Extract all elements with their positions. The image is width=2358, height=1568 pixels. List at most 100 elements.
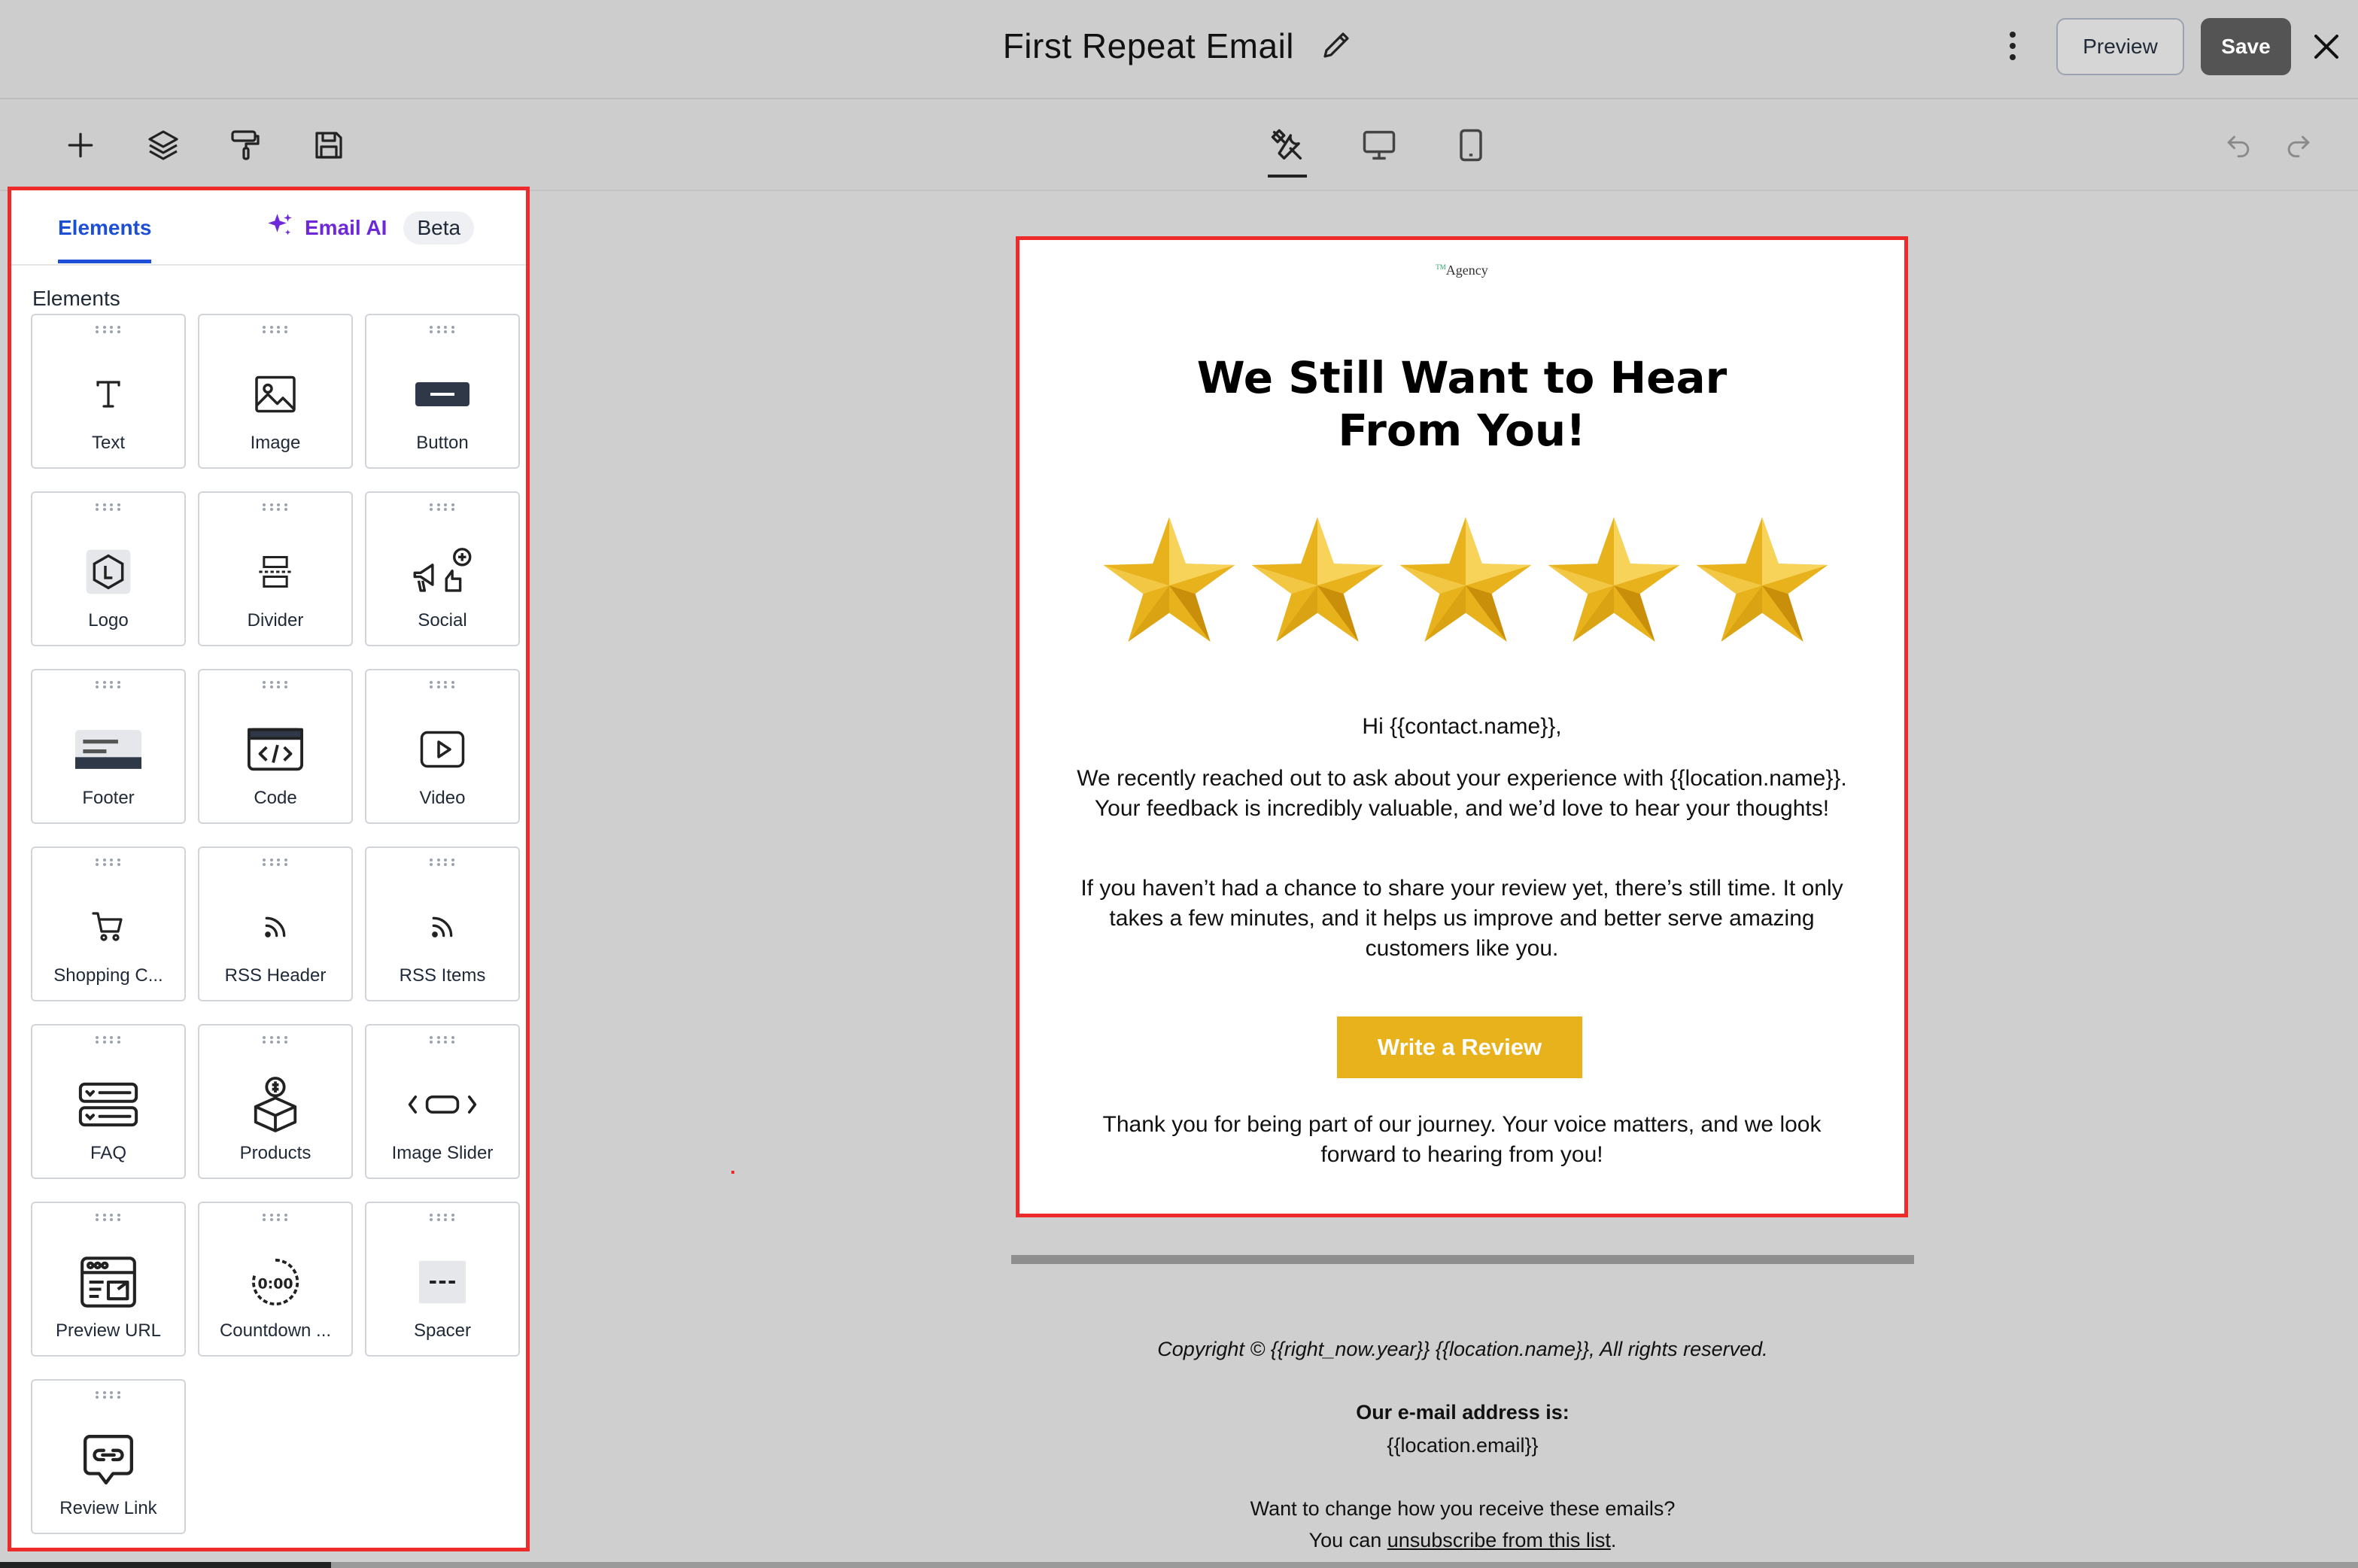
drag-handle-icon: [430, 681, 457, 688]
star-icon: [1103, 517, 1235, 642]
beta-badge: Beta: [403, 211, 475, 245]
pencil-icon[interactable]: [1319, 26, 1355, 71]
rss-icon: [199, 901, 351, 953]
footer-change-text[interactable]: Want to change how you receive these ema…: [1011, 1497, 1914, 1521]
email-divider[interactable]: [1011, 1255, 1914, 1264]
star-icon: [1399, 517, 1532, 642]
element-tile-shopping-cart[interactable]: Shopping C...: [31, 846, 186, 1001]
code-icon: [199, 723, 351, 776]
logo-icon: [32, 545, 184, 598]
element-tile-rss-items[interactable]: RSS Items: [365, 846, 520, 1001]
mobile-view-icon[interactable]: [1446, 120, 1496, 170]
layers-icon[interactable]: [138, 120, 188, 170]
drag-handle-icon: [96, 1391, 123, 1399]
tab-email-ai[interactable]: Email AI Beta: [264, 210, 475, 245]
slider-icon: [366, 1078, 518, 1131]
footer-icon: [32, 723, 184, 776]
star-icon: [1251, 517, 1384, 642]
social-icon: [366, 545, 518, 598]
video-icon: [366, 723, 518, 776]
star-icon: [1548, 517, 1680, 642]
drag-handle-icon: [96, 326, 123, 333]
star-icon: [1696, 517, 1828, 642]
element-tile-image-slider[interactable]: Image Slider: [365, 1024, 520, 1179]
editor-toolbar: [0, 101, 2358, 191]
drag-handle-icon: [430, 326, 457, 333]
element-tile-code[interactable]: Code: [198, 669, 353, 824]
rss-icon: [366, 901, 518, 953]
panel-tabs: Elements Email AI Beta: [11, 190, 526, 266]
drag-handle-icon: [96, 1036, 123, 1044]
active-tool-indicator: [1268, 175, 1307, 178]
divider-icon: [199, 545, 351, 598]
save-template-icon[interactable]: [304, 120, 354, 170]
drag-handle-icon: [96, 1214, 123, 1221]
preview-url-icon: [32, 1256, 184, 1308]
element-tile-countdown[interactable]: 0:00 Countdown ...: [198, 1202, 353, 1357]
save-button[interactable]: Save: [2201, 18, 2291, 75]
drag-handle-icon: [96, 681, 123, 688]
drag-handle-icon: [430, 1036, 457, 1044]
footer-address-value[interactable]: {{location.email}}: [1011, 1434, 1914, 1457]
drag-handle-icon: [263, 326, 290, 333]
preview-button[interactable]: Preview: [2056, 18, 2184, 75]
drag-handle-icon: [430, 1214, 457, 1221]
add-icon[interactable]: [56, 120, 105, 170]
element-tile-text[interactable]: Text: [31, 314, 186, 469]
countdown-icon: 0:00: [199, 1256, 351, 1308]
element-tile-image[interactable]: Image: [198, 314, 353, 469]
image-icon: [199, 368, 351, 421]
elements-panel: Elements Email AI Beta Elements Text Ima…: [8, 187, 530, 1551]
spacer-icon: [366, 1256, 518, 1308]
element-tile-social[interactable]: Social: [365, 491, 520, 646]
review-link-icon: [32, 1433, 184, 1486]
email-body[interactable]: TMAgency We Still Want to Hear From You!…: [1016, 236, 1908, 1217]
star-rating-image[interactable]: [1101, 512, 1831, 648]
button-icon: [366, 368, 518, 421]
horizontal-scrollbar[interactable]: [0, 1562, 2358, 1568]
cart-icon: [32, 901, 184, 953]
unsubscribe-link[interactable]: unsubscribe from this list: [1387, 1529, 1611, 1551]
email-paragraph-3[interactable]: Thank you for being part of our journey.…: [1072, 1110, 1852, 1170]
footer-copyright[interactable]: Copyright © {{right_now.year}} {{locatio…: [1011, 1338, 1914, 1361]
redo-icon[interactable]: [2274, 120, 2323, 170]
element-tile-video[interactable]: Video: [365, 669, 520, 824]
write-review-button[interactable]: Write a Review: [1337, 1016, 1582, 1078]
email-headline[interactable]: We Still Want to Hear From You!: [1019, 351, 1904, 457]
drag-handle-icon: [263, 1036, 290, 1044]
tab-elements[interactable]: Elements: [58, 216, 152, 240]
top-header: First Repeat Email Preview Save: [0, 0, 2358, 99]
text-icon: [32, 368, 184, 421]
element-tile-products[interactable]: Products: [198, 1024, 353, 1179]
tab-active-indicator: [58, 260, 151, 263]
element-tile-footer[interactable]: Footer: [31, 669, 186, 824]
undo-icon[interactable]: [2214, 120, 2263, 170]
faq-icon: [32, 1078, 184, 1131]
email-greeting[interactable]: Hi {{contact.name}},: [1019, 714, 1904, 740]
element-tile-preview-url[interactable]: Preview URL: [31, 1202, 186, 1357]
close-icon[interactable]: [2308, 29, 2344, 65]
more-options-icon[interactable]: [2001, 27, 2024, 71]
products-icon: [199, 1077, 351, 1132]
email-paragraph-1[interactable]: We recently reached out to ask about you…: [1072, 764, 1852, 824]
element-tile-button[interactable]: Button: [365, 314, 520, 469]
element-tile-review-link[interactable]: Review Link: [31, 1379, 186, 1534]
design-tools-icon[interactable]: [1263, 120, 1312, 170]
paint-roller-icon[interactable]: [221, 120, 271, 170]
footer-address-label[interactable]: Our e-mail address is:: [1011, 1401, 1914, 1424]
element-tile-spacer[interactable]: Spacer: [365, 1202, 520, 1357]
element-tile-divider[interactable]: Divider: [198, 491, 353, 646]
scrollbar-thumb[interactable]: [0, 1562, 331, 1568]
footer-unsubscribe: You can unsubscribe from this list.: [1308, 1529, 1617, 1551]
email-paragraph-2[interactable]: If you haven’t had a chance to share you…: [1072, 874, 1852, 964]
desktop-view-icon[interactable]: [1354, 120, 1404, 170]
drag-handle-icon: [263, 1214, 290, 1221]
drag-handle-icon: [263, 503, 290, 511]
email-logo[interactable]: TMAgency: [1019, 263, 1904, 278]
element-tile-logo[interactable]: Logo: [31, 491, 186, 646]
element-tile-faq[interactable]: FAQ: [31, 1024, 186, 1179]
drag-handle-icon: [263, 858, 290, 866]
drag-handle-icon: [263, 681, 290, 688]
element-tile-rss-header[interactable]: RSS Header: [198, 846, 353, 1001]
drag-handle-icon: [96, 858, 123, 866]
